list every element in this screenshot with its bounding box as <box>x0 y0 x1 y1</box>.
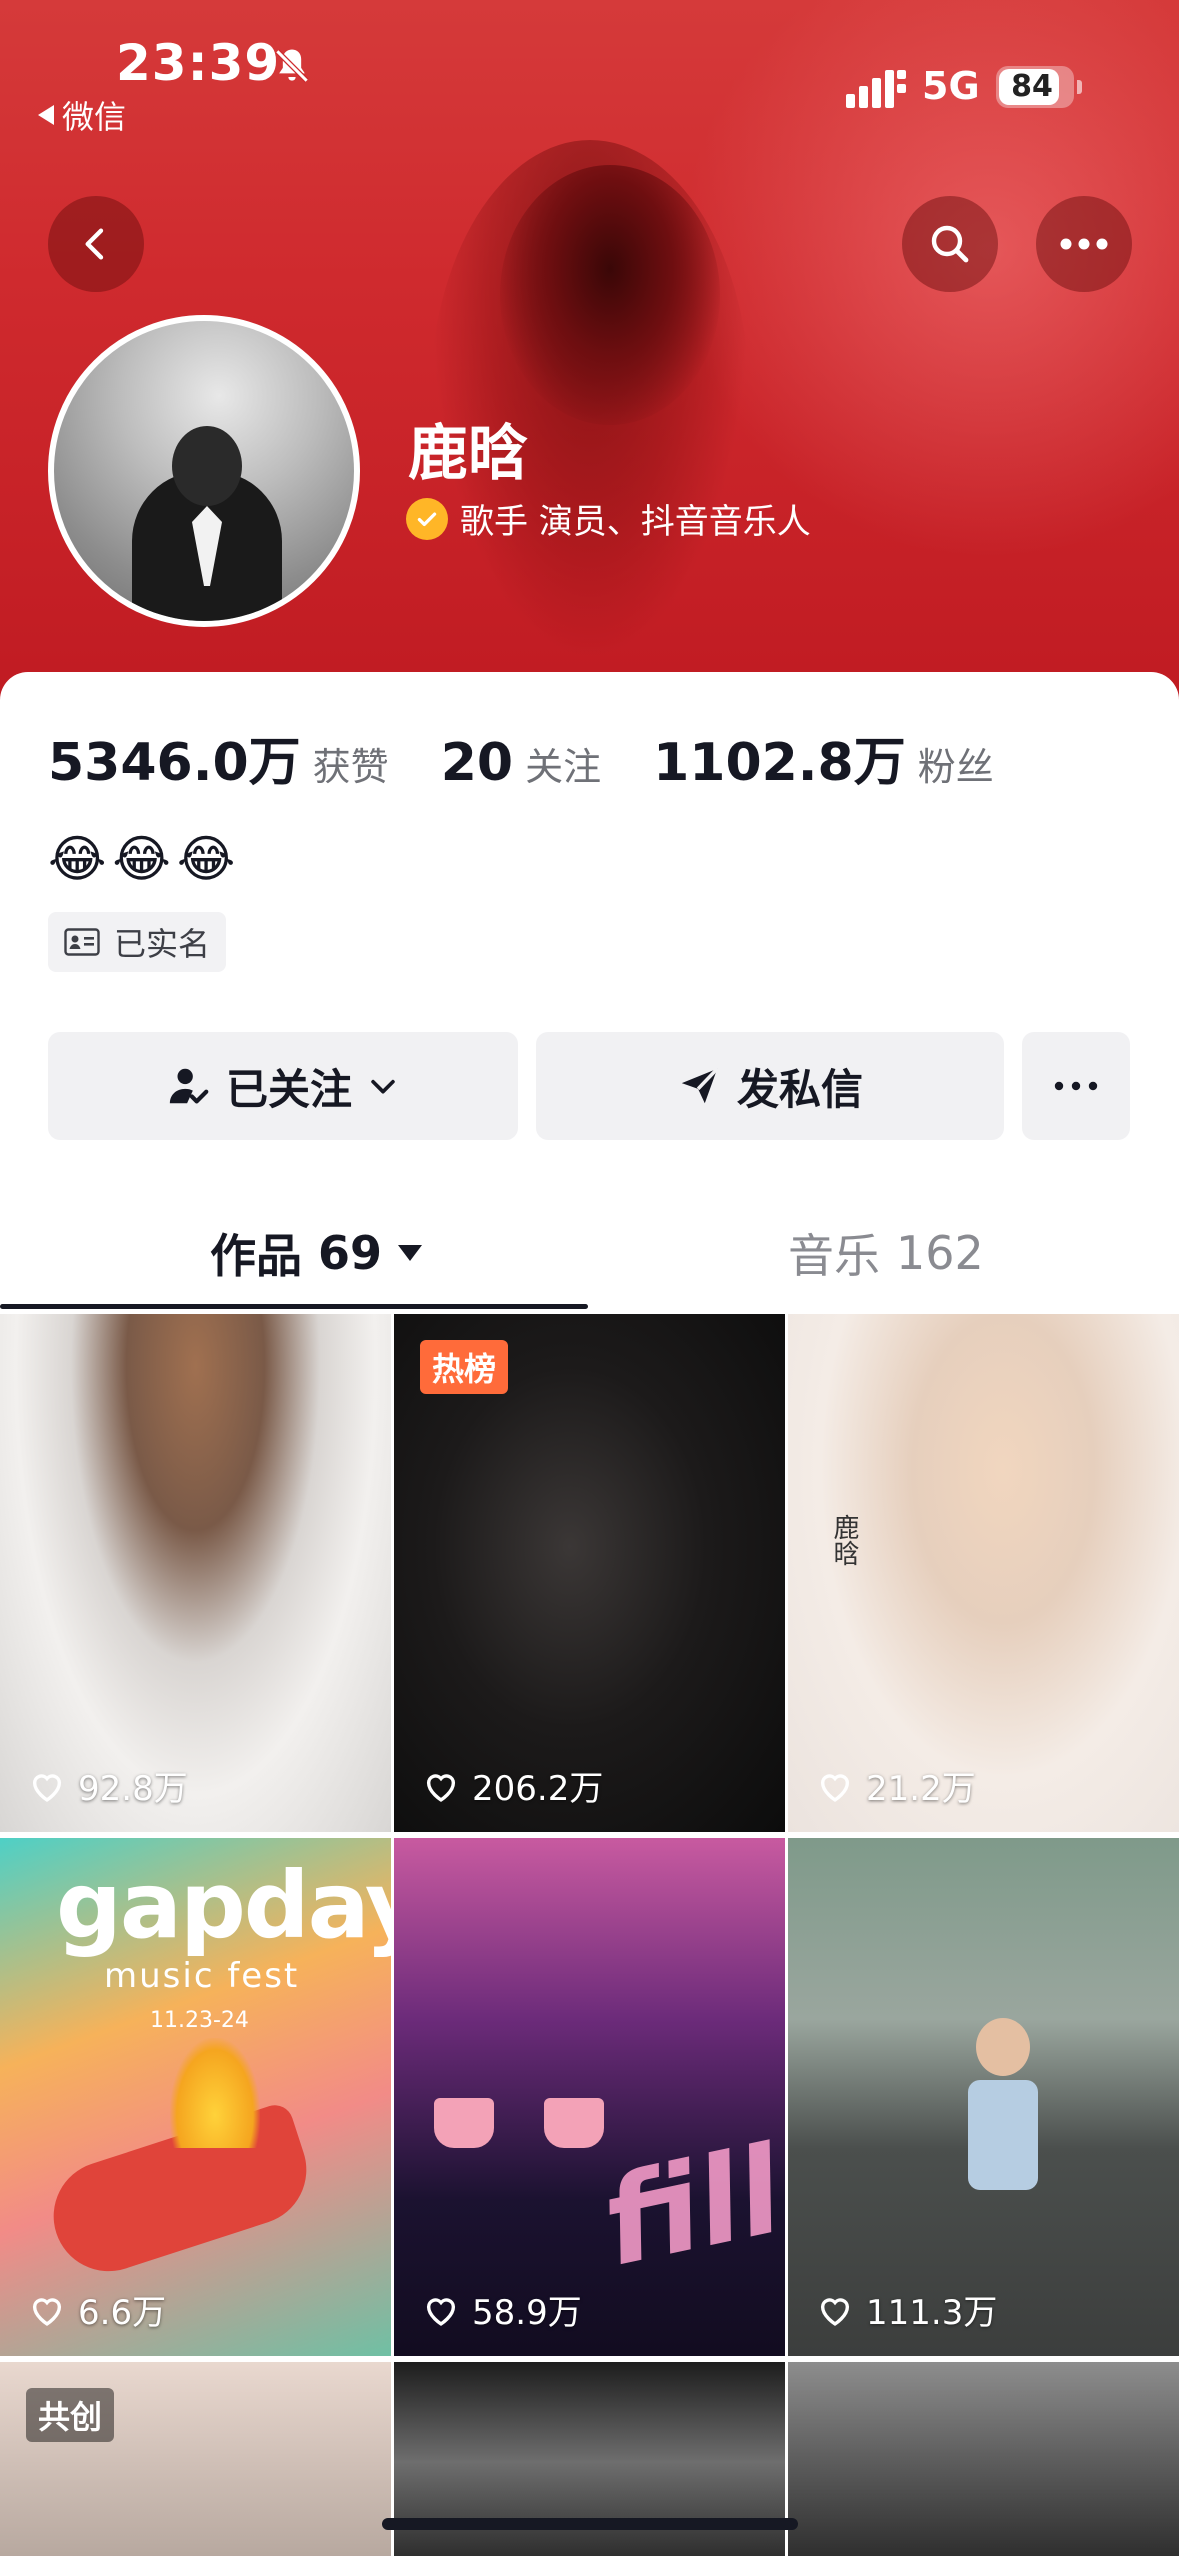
tab-music[interactable]: 音乐 162 <box>788 1220 984 1286</box>
video-thumbnail[interactable]: 热榜 206.2万 <box>394 1314 785 1832</box>
search-icon <box>931 225 969 263</box>
bio-text: 😂😂😂 <box>48 830 242 888</box>
caret-down-icon[interactable] <box>398 1245 423 1261</box>
more-actions-button[interactable] <box>1022 1032 1130 1140</box>
following-button[interactable]: 已关注 <box>48 1032 518 1140</box>
back-app-label: 微信 <box>62 98 127 136</box>
thumbnail-lamp-graphic <box>544 2098 604 2148</box>
thumbnail-lamp-graphic <box>434 2098 494 2148</box>
heart-icon <box>820 1773 850 1802</box>
back-to-app-link[interactable]: 微信 <box>38 92 126 138</box>
followers-label[interactable]: 粉丝 <box>918 736 994 791</box>
back-triangle-icon <box>38 105 54 125</box>
like-count-value: 58.9万 <box>472 2293 582 2333</box>
tab-works-label: 作品 <box>210 1229 302 1283</box>
header-background-head <box>500 165 720 425</box>
like-count-value: 21.2万 <box>866 1769 976 1809</box>
tab-works-count: 69 <box>318 1226 383 1280</box>
video-thumbnail[interactable]: 92.8万 <box>0 1314 391 1832</box>
battery-icon: 84 <box>996 66 1082 108</box>
search-button[interactable] <box>902 196 998 292</box>
avatar[interactable] <box>48 315 360 627</box>
hot-list-badge: 热榜 <box>420 1340 509 1394</box>
tab-works[interactable]: 作品 69 <box>210 1220 423 1286</box>
heart-icon <box>32 2297 62 2326</box>
send-message-label: 发私信 <box>736 1064 863 1114</box>
like-count: 6.6万 <box>28 2285 166 2334</box>
like-count: 111.3万 <box>816 2285 997 2334</box>
stats-row: 5346.0万 获赞 20 关注 1102.8万 粉丝 <box>48 720 1046 795</box>
battery-tip <box>1077 80 1082 94</box>
heart-icon <box>32 1773 62 1802</box>
thumbnail-overlay-date: 11.23-24 <box>150 2008 249 2033</box>
send-message-button[interactable]: 发私信 <box>536 1032 1004 1140</box>
like-count: 206.2万 <box>422 1761 603 1810</box>
video-thumbnail[interactable]: 111.3万 <box>788 1838 1179 2356</box>
send-icon <box>681 1067 719 1104</box>
likes-count: 5346.0万 <box>48 733 301 793</box>
user-check-icon <box>169 1068 209 1104</box>
chevron-down-icon <box>371 1079 395 1094</box>
battery-level: 84 <box>1011 69 1053 104</box>
profile-name: 鹿晗 <box>408 419 528 489</box>
video-thumbnail[interactable]: gapday music fest 11.23-24 6.6万 <box>0 1838 391 2356</box>
video-thumbnail[interactable]: 共创 <box>0 2362 391 2556</box>
verified-row: 歌手 演员、抖音音乐人 <box>406 494 811 543</box>
thumbnail-overlay-text: fill <box>591 2121 785 2294</box>
co-create-badge: 共创 <box>26 2388 115 2442</box>
heart-icon <box>426 2297 456 2326</box>
like-count-value: 92.8万 <box>78 1769 188 1809</box>
tab-active-indicator <box>0 1304 588 1309</box>
following-button-label: 已关注 <box>225 1064 352 1114</box>
like-count-value: 206.2万 <box>472 1769 604 1809</box>
like-count: 58.9万 <box>422 2285 582 2334</box>
home-indicator[interactable] <box>382 2518 798 2530</box>
thumbnail-overlay-subtitle: music fest <box>104 1956 300 1996</box>
likes-label: 获赞 <box>312 745 389 789</box>
video-thumbnail[interactable]: 鹿晗 21.2万 <box>788 1314 1179 1832</box>
avatar-figure-head <box>172 426 242 506</box>
thumbnail-overlay-text: gapday <box>56 1852 391 1959</box>
realname-badge: 已实名 <box>48 912 227 972</box>
following-count[interactable]: 20 <box>441 733 513 793</box>
video-thumbnail[interactable] <box>788 2362 1179 2556</box>
back-icon <box>85 228 104 260</box>
thumbnail-flower-graphic <box>170 2038 260 2148</box>
like-count-value: 111.3万 <box>866 2293 998 2333</box>
status-time: 23:39 <box>116 34 281 92</box>
tab-music-label: 音乐 <box>788 1229 880 1283</box>
network-label: 5G <box>922 64 980 108</box>
bell-muted-icon <box>275 49 309 83</box>
more-options-button[interactable] <box>1036 196 1132 292</box>
like-count-value: 6.6万 <box>78 2293 167 2333</box>
thumbnail-child-figure <box>968 2018 1038 2248</box>
like-count: 21.2万 <box>816 1761 976 1810</box>
tab-music-count: 162 <box>896 1226 984 1280</box>
verified-badge-icon <box>406 497 448 540</box>
followers-count[interactable]: 1102.8万 <box>653 720 906 795</box>
thumbnail-overlay-text: 鹿晗 <box>829 1514 859 1566</box>
verified-title: 歌手 演员、抖音音乐人 <box>460 502 811 542</box>
following-label[interactable]: 关注 <box>525 736 601 791</box>
id-card-icon <box>64 928 100 956</box>
like-count: 92.8万 <box>28 1761 188 1810</box>
signal-icon <box>846 70 906 108</box>
back-button[interactable] <box>48 196 144 292</box>
realname-label: 已实名 <box>114 925 211 963</box>
more-icon <box>1054 1081 1098 1091</box>
more-icon <box>1060 238 1108 250</box>
video-thumbnail[interactable]: fill 58.9万 <box>394 1838 785 2356</box>
heart-icon <box>426 1773 456 1802</box>
heart-icon <box>820 2297 850 2326</box>
